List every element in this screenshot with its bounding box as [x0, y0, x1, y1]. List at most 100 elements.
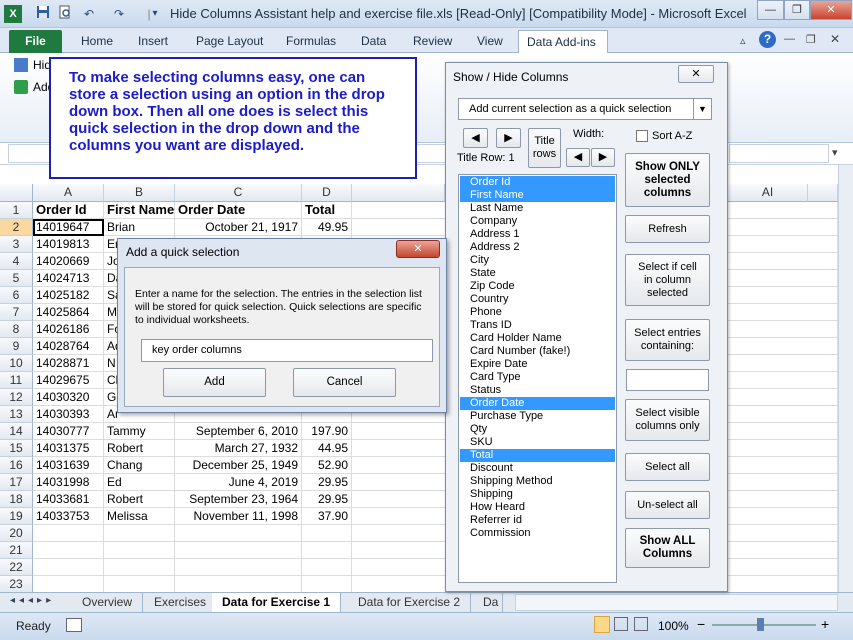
- row-header[interactable]: 14: [0, 423, 33, 440]
- row-header[interactable]: 3: [0, 236, 33, 253]
- sort-checkbox[interactable]: [636, 130, 648, 142]
- row-header[interactable]: 1: [0, 202, 33, 219]
- column-list-item[interactable]: SKU: [460, 436, 615, 449]
- workbook-close-icon[interactable]: ✕: [830, 32, 840, 46]
- grid-cell[interactable]: October 21, 1917: [175, 219, 302, 236]
- column-list-item[interactable]: Shipping Method: [460, 475, 615, 488]
- column-list-item[interactable]: Qty: [460, 423, 615, 436]
- hide-columns-icon[interactable]: [14, 58, 28, 72]
- row-header[interactable]: 18: [0, 491, 33, 508]
- row-header[interactable]: 2: [0, 219, 33, 236]
- grid-cell[interactable]: 14031375: [33, 440, 104, 457]
- col-header-d[interactable]: D: [302, 184, 352, 202]
- column-list-item[interactable]: Status: [460, 384, 615, 397]
- containing-input[interactable]: [626, 369, 709, 391]
- col-header-next[interactable]: [808, 184, 838, 202]
- select-if-cell-button[interactable]: Select if cell in column selected: [625, 254, 710, 306]
- show-all-columns-button[interactable]: Show ALL Columns: [625, 528, 710, 568]
- col-header-b[interactable]: B: [104, 184, 175, 202]
- col-header-c[interactable]: C: [175, 184, 302, 202]
- cancel-button[interactable]: Cancel: [293, 368, 396, 397]
- grid-cell[interactable]: 197.90: [302, 423, 352, 440]
- panel-close-button[interactable]: ✕: [678, 65, 714, 83]
- column-list-item[interactable]: Order Id: [460, 176, 615, 189]
- row-header[interactable]: 7: [0, 304, 33, 321]
- row-header[interactable]: 6: [0, 287, 33, 304]
- grid-cell[interactable]: Order Id: [33, 202, 104, 219]
- select-visible-button[interactable]: Select visible columns only: [625, 399, 710, 441]
- grid-cell[interactable]: 29.95: [302, 491, 352, 508]
- print-preview-icon[interactable]: [56, 5, 74, 23]
- dropdown-chevron-icon[interactable]: ▼: [693, 99, 711, 119]
- macro-record-icon[interactable]: [66, 618, 82, 632]
- col-header-a[interactable]: A: [33, 184, 104, 202]
- dialog-close-button[interactable]: ✕: [396, 240, 440, 258]
- workbook-minimize-icon[interactable]: —: [784, 33, 795, 45]
- column-list-item[interactable]: Address 1: [460, 228, 615, 241]
- horizontal-scrollbar[interactable]: [515, 594, 838, 611]
- grid-cell[interactable]: 14033681: [33, 491, 104, 508]
- width-increase-button[interactable]: ▶: [591, 148, 615, 167]
- column-list-item[interactable]: Card Type: [460, 371, 615, 384]
- grid-cell[interactable]: November 11, 1998: [175, 508, 302, 525]
- grid-cell[interactable]: 14019813: [33, 236, 104, 253]
- restore-button[interactable]: ❐: [784, 0, 810, 20]
- grid-cell[interactable]: Melissa: [104, 508, 175, 525]
- tab-data[interactable]: Data: [353, 32, 394, 53]
- grid-cell[interactable]: 14028871: [33, 355, 104, 372]
- grid-cell[interactable]: 14019647: [33, 219, 104, 236]
- title-row-next-button[interactable]: ▶: [496, 128, 521, 148]
- grid-cell[interactable]: 14033753: [33, 508, 104, 525]
- vertical-scrollbar[interactable]: [838, 165, 853, 592]
- title-row-prev-button[interactable]: ◀: [463, 128, 488, 148]
- row-header[interactable]: 21: [0, 542, 33, 559]
- add-button[interactable]: Add: [163, 368, 266, 397]
- grid-cell[interactable]: [302, 542, 352, 559]
- column-list-item[interactable]: City: [460, 254, 615, 267]
- column-list-item[interactable]: Card Number (fake!): [460, 345, 615, 358]
- expand-formula-icon[interactable]: ▾: [832, 146, 838, 159]
- column-list-item[interactable]: Company: [460, 215, 615, 228]
- row-header[interactable]: 4: [0, 253, 33, 270]
- row-header[interactable]: 13: [0, 406, 33, 423]
- select-containing-button[interactable]: Select entries containing:: [625, 319, 710, 361]
- column-list-item[interactable]: Address 2: [460, 241, 615, 254]
- column-list-item[interactable]: Country: [460, 293, 615, 306]
- row-header[interactable]: 8: [0, 321, 33, 338]
- grid-cell[interactable]: [104, 525, 175, 542]
- zoom-level[interactable]: 100%: [658, 619, 689, 633]
- addin-icon[interactable]: [14, 80, 28, 94]
- grid-cell[interactable]: Robert: [104, 440, 175, 457]
- save-icon[interactable]: [34, 5, 52, 23]
- zoom-in-button[interactable]: +: [821, 616, 829, 632]
- grid-cell[interactable]: September 23, 1964: [175, 491, 302, 508]
- tab-file[interactable]: File: [9, 30, 62, 53]
- unselect-all-button[interactable]: Un-select all: [625, 491, 710, 519]
- grid-cell[interactable]: December 25, 1949: [175, 457, 302, 474]
- grid-cell[interactable]: 14025864: [33, 304, 104, 321]
- grid-cell[interactable]: Brian: [104, 219, 175, 236]
- show-only-selected-button[interactable]: Show ONLY selected columns: [625, 153, 710, 207]
- row-header[interactable]: 11: [0, 372, 33, 389]
- grid-cell[interactable]: June 4, 2019: [175, 474, 302, 491]
- grid-cell[interactable]: 52.90: [302, 457, 352, 474]
- grid-cell[interactable]: Total: [302, 202, 352, 219]
- column-list-item[interactable]: First Name: [460, 189, 615, 202]
- row-header[interactable]: 9: [0, 338, 33, 355]
- row-header[interactable]: 22: [0, 559, 33, 576]
- row-header[interactable]: 12: [0, 389, 33, 406]
- grid-cell[interactable]: 14029675: [33, 372, 104, 389]
- grid-cell[interactable]: Chang: [104, 457, 175, 474]
- redo-icon[interactable]: ↷: [110, 5, 128, 23]
- grid-cell[interactable]: 14026186: [33, 321, 104, 338]
- grid-cell[interactable]: [33, 576, 104, 593]
- row-header[interactable]: 5: [0, 270, 33, 287]
- grid-cell[interactable]: 14020669: [33, 253, 104, 270]
- select-all-corner[interactable]: [0, 184, 33, 202]
- grid-cell[interactable]: [175, 576, 302, 593]
- quick-selection-dropdown[interactable]: Add current selection as a quick selecti…: [458, 98, 712, 120]
- sheet-tab-exercises[interactable]: Exercises: [144, 593, 218, 612]
- column-list-item[interactable]: State: [460, 267, 615, 280]
- grid-cell[interactable]: 14031998: [33, 474, 104, 491]
- column-list-item[interactable]: Total: [460, 449, 615, 462]
